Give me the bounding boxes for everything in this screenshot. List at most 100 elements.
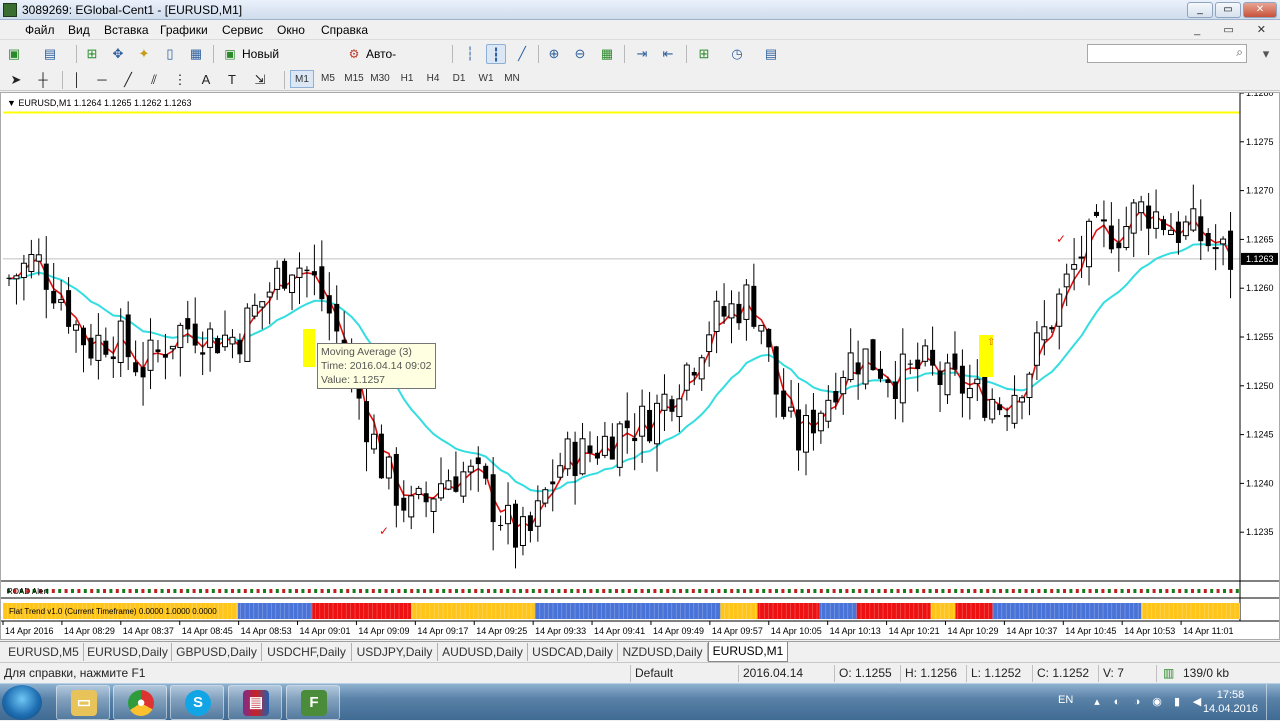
market-watch-icon[interactable]: ⊞ [82, 44, 102, 64]
tf-d1[interactable]: D1 [447, 70, 471, 88]
candle-body-bear [810, 409, 816, 434]
road-alert-dot [467, 589, 471, 593]
label-tool-icon[interactable]: T [222, 70, 242, 90]
line-chart-icon[interactable]: ╱ [512, 44, 532, 64]
menu-tools[interactable]: Сервис [222, 23, 263, 37]
new-chart-icon[interactable]: ▣ [4, 44, 24, 64]
chart-shift-icon[interactable]: ⇥ [632, 44, 652, 64]
menu-charts[interactable]: Графики [160, 23, 208, 37]
search-input[interactable]: ⌕ [1087, 44, 1247, 63]
chart-window[interactable]: ✓ ✓ ⇧ 1.1280 1.1275 1.1270 1.1265 1.1260 1.1255… [0, 92, 1280, 640]
check-mark-icon: ✓ [1056, 232, 1066, 246]
navigator-icon[interactable]: ✦ [134, 44, 154, 64]
language-indicator[interactable]: EN [1058, 694, 1073, 706]
road-alert-dot [634, 589, 638, 593]
tab-eurusd-daily[interactable]: EURUSD,Daily [84, 643, 172, 661]
taskbar-skype[interactable]: S [170, 685, 224, 720]
channel-icon[interactable]: ⫽ [144, 70, 164, 90]
network-icon[interactable]: ▮ [1170, 695, 1184, 709]
road-alert-dot [365, 589, 369, 593]
road-alert-dot [288, 589, 292, 593]
tab-eurusd-m1[interactable]: EURUSD,M1 [708, 642, 788, 662]
menu-view[interactable]: Вид [68, 23, 90, 37]
tab-usdcad-daily[interactable]: USDCAD,Daily [528, 643, 618, 661]
tf-h4[interactable]: H4 [421, 70, 445, 88]
candle-body-bear [594, 452, 600, 459]
cursor-icon[interactable]: ➤ [6, 70, 26, 90]
tab-audusd-daily[interactable]: AUDUSD,Daily [438, 643, 528, 661]
new-order-button[interactable]: ▣ Новый ордер [220, 44, 314, 81]
road-alert-dot [1082, 589, 1086, 593]
road-alert-dot [448, 589, 452, 593]
text-tool-icon[interactable]: A [196, 70, 216, 90]
tile-windows-icon[interactable]: ▦ [597, 44, 617, 64]
tab-eurusd-m5[interactable]: EURUSD,M5 [4, 643, 84, 661]
maximize-button[interactable]: ▭ [1215, 2, 1241, 18]
menu-window[interactable]: Окно [277, 23, 305, 37]
tab-usdchf-daily[interactable]: USDCHF,Daily [262, 643, 352, 661]
road-alert-dot [231, 589, 234, 593]
tray-up-icon[interactable]: ▴ [1090, 695, 1104, 709]
menu-help[interactable]: Справка [321, 23, 368, 37]
tab-usdjpy-daily[interactable]: USDJPY,Daily [352, 643, 438, 661]
road-alert-dot [1210, 589, 1214, 593]
taskbar-winrar[interactable]: ▤ [228, 685, 282, 720]
start-button[interactable] [2, 685, 42, 720]
horizontal-line-icon[interactable]: ─ [92, 70, 112, 90]
taskbar-metatrader[interactable]: F [286, 685, 340, 720]
candle-body-bear [304, 269, 310, 272]
clock[interactable]: 17:58 14.04.2016 [1203, 688, 1258, 716]
taskbar-chrome[interactable]: ● [113, 685, 167, 720]
road-alert-dot [237, 589, 241, 593]
close-button[interactable]: ✕ [1243, 2, 1277, 18]
tray-app-icon-2[interactable]: ◑ [1130, 695, 1144, 709]
candlestick-chart-icon[interactable]: ┇ [486, 44, 506, 64]
zoom-out-icon[interactable]: ⊖ [570, 44, 590, 64]
fibonacci-icon[interactable]: ⋮ [170, 70, 190, 90]
bar-chart-icon[interactable]: ┆ [460, 44, 480, 64]
arrows-tool-icon[interactable]: ⇲ [250, 70, 270, 90]
periods-icon[interactable]: ◷ [727, 44, 747, 64]
minimize-button[interactable]: _ [1187, 2, 1213, 18]
trendline-icon[interactable]: ╱ [118, 70, 138, 90]
crosshair-icon[interactable]: ┼ [33, 70, 53, 90]
search-icon[interactable]: ⌕ [1236, 45, 1243, 60]
tf-h1[interactable]: H1 [395, 70, 419, 88]
menu-file[interactable]: Файл [25, 23, 55, 37]
document-window-controls[interactable]: _ ▭ ✕ [1194, 23, 1276, 36]
menu-insert[interactable]: Вставка [104, 23, 149, 37]
tf-mn[interactable]: MN [500, 70, 524, 88]
taskbar-explorer[interactable]: ▭ [56, 685, 110, 720]
tray-app-icon-3[interactable]: ◉ [1150, 695, 1164, 709]
indicators-icon[interactable]: ⊞ [694, 44, 714, 64]
strategy-tester-icon[interactable]: ▦ [186, 44, 206, 64]
toolbar-options-icon[interactable]: ▾ [1256, 44, 1276, 64]
templates-icon[interactable]: ▤ [761, 44, 781, 64]
toolbar-separator [538, 45, 539, 63]
data-window-icon[interactable]: ✥ [108, 44, 128, 64]
price-chart[interactable]: ✓ ✓ ⇧ 1.1280 1.1275 1.1270 1.1265 1.1260 1.1255… [1, 93, 1279, 639]
tf-m30[interactable]: M30 [368, 70, 392, 88]
terminal-icon[interactable]: ▯ [160, 44, 180, 64]
tray-app-icon-1[interactable]: ◐ [1110, 695, 1124, 709]
road-alert-dot [871, 589, 874, 593]
tf-w1[interactable]: W1 [474, 70, 498, 88]
auto-trading-button[interactable]: ⚙ Авто-торговля [344, 44, 444, 81]
show-desktop-button[interactable] [1266, 684, 1280, 721]
tab-gbpusd-daily[interactable]: GBPUSD,Daily [172, 643, 262, 661]
vertical-line-icon[interactable]: │ [67, 70, 87, 90]
tf-m1[interactable]: M1 [290, 70, 314, 88]
road-alert-dot [295, 589, 298, 593]
volume-icon[interactable]: ◀ [1190, 695, 1204, 709]
road-alert-dot [589, 589, 593, 593]
candle-body-bull [505, 504, 512, 525]
tf-m5[interactable]: M5 [316, 70, 340, 88]
profiles-icon[interactable]: ▤ [40, 44, 60, 64]
signal-box-sell [303, 329, 315, 367]
autoscroll-icon[interactable]: ⇤ [658, 44, 678, 64]
road-alert-dot [1095, 589, 1098, 593]
tf-m15[interactable]: M15 [342, 70, 366, 88]
x-tick-label: 14 Apr 09:41 [594, 626, 645, 636]
tab-nzdusd-daily[interactable]: NZDUSD,Daily [618, 643, 708, 661]
zoom-in-icon[interactable]: ⊕ [544, 44, 564, 64]
